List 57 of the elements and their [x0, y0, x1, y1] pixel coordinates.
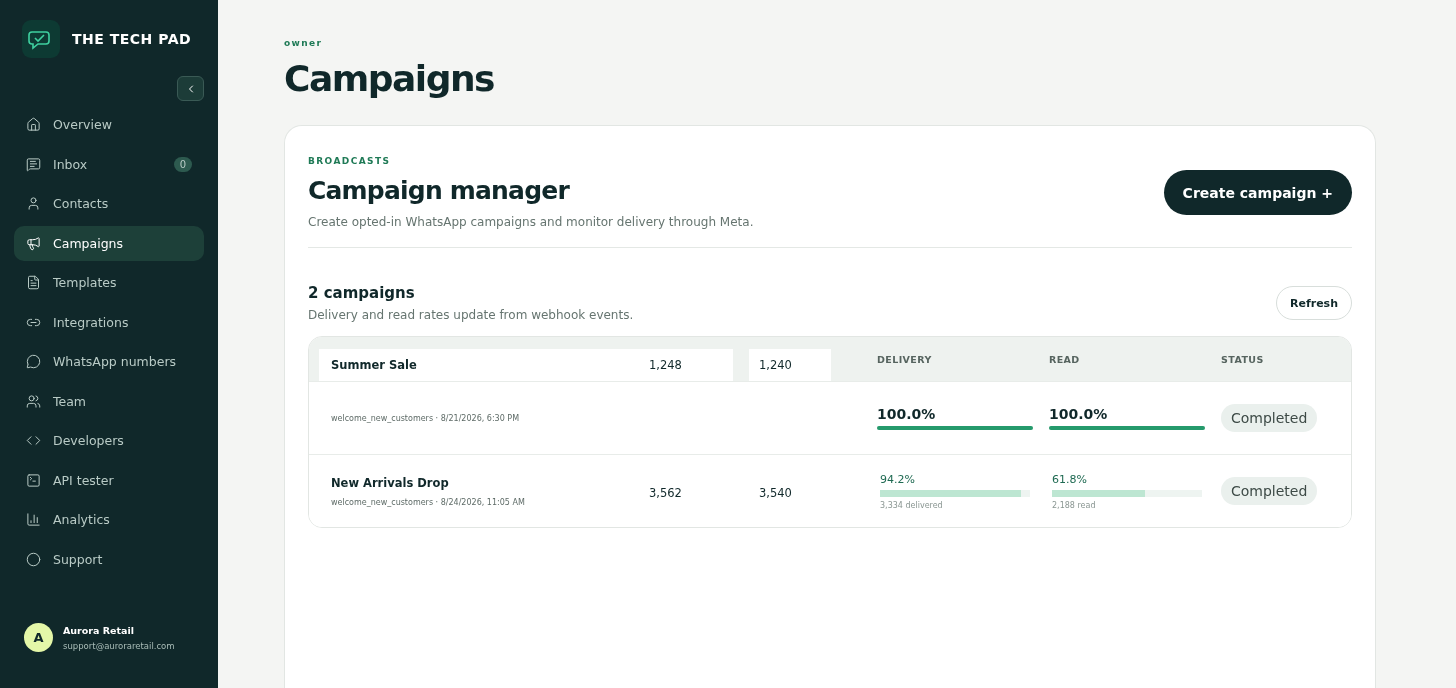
rate-note: 3,334 delivered: [879, 500, 944, 510]
account-email: support@auroraretail.com: [63, 640, 175, 651]
nav-item[interactable]: API tester: [14, 462, 204, 498]
campaign-name: Summer Sale: [330, 358, 417, 372]
terminal-icon: [26, 472, 41, 488]
home-icon: [26, 117, 41, 133]
user-icon: [26, 196, 41, 212]
section-eyebrow: BROADCASTS: [308, 156, 392, 166]
document-icon: [26, 275, 41, 291]
bar-chart-icon: [26, 512, 41, 528]
chat-bubble-icon: [26, 354, 41, 370]
sent-count: 3,562: [648, 485, 682, 500]
list-title: 2 campaigns: [308, 284, 416, 302]
rate-value: 100.0%: [1049, 406, 1109, 422]
count-badge: 0: [173, 156, 192, 172]
nav-item[interactable]: WhatsApp numbers: [14, 344, 204, 380]
nav-item[interactable]: Integrations: [14, 304, 204, 340]
nav-item[interactable]: Overview: [14, 107, 204, 143]
page-title: Campaigns: [284, 58, 495, 99]
nav-item[interactable]: Templates: [14, 265, 204, 301]
delivered-count: 3,540: [758, 485, 792, 500]
nav-item[interactable]: Developers: [14, 423, 204, 459]
collapse-button[interactable]: [177, 76, 204, 101]
refresh-button[interactable]: Refresh: [1276, 286, 1352, 320]
account-name: Aurora Retail: [63, 624, 135, 636]
rate-value: 100.0%: [877, 406, 937, 422]
rate-value: 94.2%: [879, 472, 916, 486]
status-badge: Completed: [1221, 404, 1318, 432]
nav-item[interactable]: Campaigns: [14, 225, 204, 261]
nav-item[interactable]: Contacts: [14, 186, 204, 222]
campaign-meta: welcome_new_customers · 8/21/2026, 6:30 PM: [330, 413, 521, 423]
message-icon: [26, 156, 41, 172]
column-header: READ: [1049, 353, 1081, 365]
avatar: A: [24, 623, 53, 652]
megaphone-icon: [26, 235, 41, 251]
section-subtitle: Create opted-in WhatsApp campaigns and monitor delivery through Meta.: [308, 215, 754, 229]
status-badge: Completed: [1221, 477, 1318, 505]
brand-name: THE TECH PAD: [72, 31, 192, 47]
page-eyebrow: owner: [284, 38, 324, 48]
rate-note: 2,188 read: [1051, 500, 1097, 510]
campaign-meta: welcome_new_customers · 8/24/2026, 11:05 AM: [330, 497, 526, 507]
campaign-name: New Arrivals Drop: [330, 475, 450, 490]
nav-item[interactable]: Support: [14, 541, 204, 577]
nav-item[interactable]: Analytics: [14, 502, 204, 538]
delivered-count: 1,240: [758, 358, 792, 372]
list-subtitle: Delivery and read rates update from webhook events.: [308, 308, 634, 322]
column-header: STATUS: [1221, 353, 1265, 365]
circle-icon: [26, 551, 41, 567]
section-title: Campaign manager: [308, 176, 571, 205]
nav-item[interactable]: Inbox 0: [14, 146, 204, 182]
create-campaign-button[interactable]: Create campaign +: [1163, 170, 1352, 215]
rate-value: 61.8%: [1051, 472, 1088, 486]
column-header: DELIVERY: [876, 353, 933, 365]
nav-item[interactable]: Team: [14, 383, 204, 419]
sent-count: 1,248: [648, 358, 682, 372]
logo-icon: [22, 20, 60, 58]
team-icon: [26, 393, 41, 409]
